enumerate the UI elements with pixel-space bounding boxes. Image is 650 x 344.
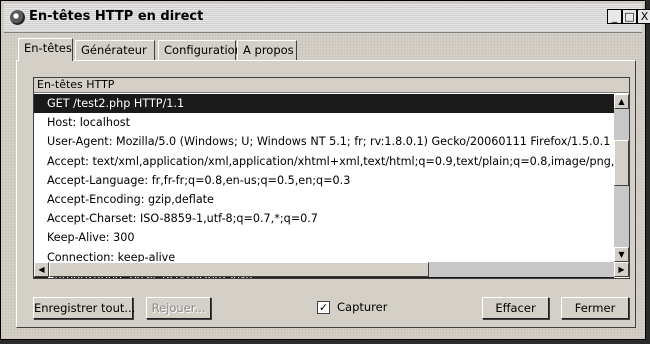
header-row[interactable]: Accept: text/xml,application/xml,applica…	[34, 152, 614, 171]
close-window-button[interactable]: X	[637, 9, 650, 24]
headers-rows: GET /test2.php HTTP/1.1 Host: localhost Us…	[34, 94, 614, 278]
header-row[interactable]: Accept-Language: fr,fr-fr;q=0.8,en-us;q=…	[34, 171, 614, 190]
capture-checkbox[interactable]: ✓	[317, 301, 330, 314]
scroll-up-icon[interactable]: ▲	[614, 94, 629, 109]
scroll-down-icon[interactable]: ▼	[614, 247, 629, 262]
header-row[interactable]: Host: localhost	[34, 113, 614, 132]
window-title: En-têtes HTTP en direct	[29, 9, 204, 24]
headers-list[interactable]: En-têtes HTTP GET /test2.php HTTP/1.1 Hos…	[33, 77, 630, 279]
tab-configuration[interactable]: Configuration	[158, 40, 242, 60]
tab-headers[interactable]: En-têtes	[18, 38, 73, 61]
header-row[interactable]: GET /test2.php HTTP/1.1	[34, 94, 614, 114]
maximize-button[interactable]: □	[622, 9, 637, 24]
clear-button[interactable]: Effacer	[482, 297, 549, 319]
scroll-left-icon[interactable]: ◀	[34, 262, 49, 277]
close-button[interactable]: Fermer	[561, 297, 629, 319]
horizontal-scrollbar[interactable]: ◀ ▶	[34, 262, 629, 277]
app-icon	[10, 10, 25, 25]
scroll-right-icon[interactable]: ▶	[614, 262, 629, 277]
header-row[interactable]: Accept-Encoding: gzip,deflate	[34, 190, 614, 209]
header-row[interactable]: Accept-Charset: ISO-8859-1,utf-8;q=0.7,*…	[34, 209, 614, 228]
header-row[interactable]: Keep-Alive: 300	[34, 228, 614, 247]
minimize-button[interactable]: _	[607, 9, 622, 24]
tab-about[interactable]: A propos	[237, 40, 297, 60]
title-bar[interactable]: En-têtes HTTP en direct _ □ X	[4, 4, 650, 33]
vertical-scrollbar[interactable]: ▲ ▼	[614, 94, 629, 262]
header-row[interactable]: User-Agent: Mozilla/5.0 (Windows; U; Win…	[34, 132, 614, 151]
tab-generator[interactable]: Générateur	[75, 40, 155, 60]
save-all-button[interactable]: Enregistrer tout...	[33, 297, 135, 319]
list-column-header[interactable]: En-têtes HTTP	[34, 78, 629, 93]
replay-button: Rejouer...	[146, 297, 211, 319]
horizontal-scroll-thumb[interactable]	[49, 262, 429, 277]
vertical-scroll-thumb[interactable]	[614, 140, 629, 186]
capture-label[interactable]: Capturer	[337, 300, 387, 314]
